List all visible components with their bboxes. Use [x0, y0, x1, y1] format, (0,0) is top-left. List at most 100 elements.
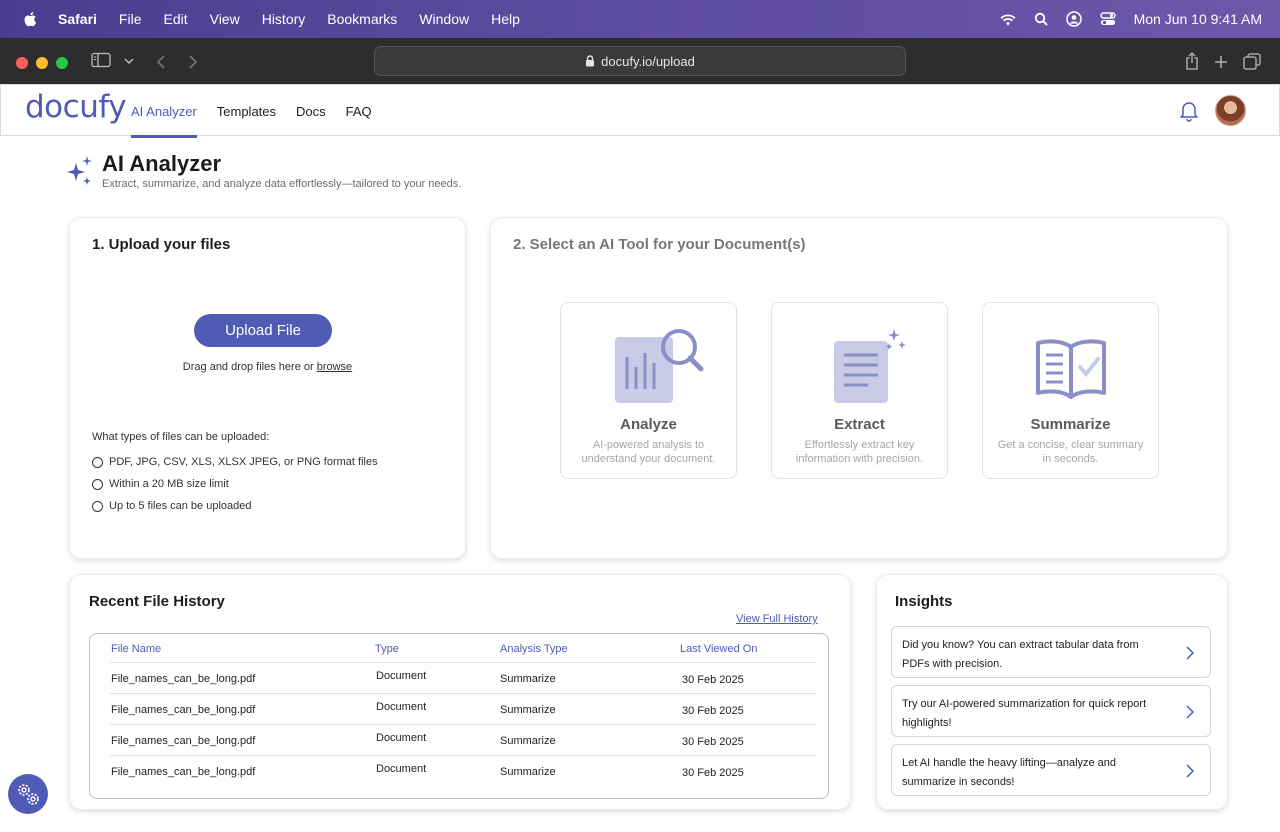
file-type-text: Within a 20 MB size limit	[109, 478, 229, 490]
tool-analyze[interactable]: Analyze AI-powered analysis to understan…	[560, 302, 737, 479]
nav-docs[interactable]: Docs	[296, 85, 326, 137]
table-row[interactable]: File_names_can_be_long.pdf Document Summ…	[110, 693, 816, 724]
tool-extract[interactable]: Extract Effortlessly extract key informa…	[771, 302, 948, 479]
page-title: AI Analyzer	[102, 151, 222, 176]
tool-summarize-name: Summarize	[1030, 416, 1111, 433]
cell-file-name: File_names_can_be_long.pdf	[111, 704, 256, 716]
radio-icon	[92, 456, 103, 468]
nav-faq[interactable]: FAQ	[346, 85, 372, 137]
open-book-icon	[1036, 339, 1106, 399]
docufy-logo[interactable]: docufy	[25, 89, 127, 125]
cell-last-viewed: 30 Feb 2025	[682, 767, 744, 779]
menu-bookmarks[interactable]: Bookmarks	[327, 11, 397, 27]
forward-icon[interactable]	[188, 55, 198, 69]
address-bar[interactable]: docufy.io/upload	[374, 46, 906, 76]
back-icon[interactable]	[156, 55, 166, 69]
file-type-text: Up to 5 files can be uploaded	[109, 500, 252, 512]
file-type-item: Within a 20 MB size limit	[92, 473, 378, 495]
history-card-title: Recent File History	[89, 593, 225, 610]
wifi-icon[interactable]	[1000, 13, 1016, 26]
menu-window[interactable]: Window	[419, 11, 469, 27]
cell-analysis-type: Summarize	[500, 673, 556, 685]
user-icon[interactable]	[1065, 11, 1082, 27]
zoom-window-button[interactable]	[56, 57, 68, 69]
ai-tool-card: 2. Select an AI Tool for your Document(s…	[490, 217, 1228, 559]
spotlight-icon[interactable]	[1034, 12, 1048, 26]
table-row[interactable]: File_names_can_be_long.pdf Document Summ…	[110, 662, 816, 693]
menu-help[interactable]: Help	[491, 11, 520, 27]
control-center-icon[interactable]	[1099, 12, 1116, 26]
cell-type: Document	[376, 763, 427, 775]
upload-file-button[interactable]: Upload File	[194, 314, 332, 347]
tool-extract-desc: Effortlessly extract key information wit…	[795, 439, 924, 465]
menu-history[interactable]: History	[262, 11, 306, 27]
share-icon[interactable]	[1185, 52, 1199, 70]
url-text: docufy.io/upload	[601, 53, 695, 69]
insights-card: Insights Did you know? You can extract t…	[876, 574, 1228, 810]
file-type-item: Up to 5 files can be uploaded	[92, 495, 378, 517]
insight-item[interactable]: Did you know? You can extract tabular da…	[891, 626, 1211, 678]
radio-icon	[92, 500, 103, 512]
table-row[interactable]: File_names_can_be_long.pdf Document Summ…	[110, 755, 816, 786]
apple-icon[interactable]	[22, 10, 40, 28]
window-controls	[16, 57, 68, 69]
nav-templates[interactable]: Templates	[217, 85, 276, 137]
tool-summarize[interactable]: Summarize Get a concise, clear summary i…	[982, 302, 1159, 479]
minimize-window-button[interactable]	[36, 57, 48, 69]
sparkle-icon	[67, 156, 92, 185]
table-row[interactable]: File_names_can_be_long.pdf Document Summ…	[110, 724, 816, 755]
tool-extract-name: Extract	[834, 416, 885, 433]
menu-view[interactable]: View	[210, 11, 240, 27]
upload-card: 1. Upload your files Upload File Drag an…	[69, 217, 466, 559]
chevron-down-icon[interactable]	[124, 58, 134, 64]
menu-file[interactable]: File	[119, 11, 142, 27]
file-type-text: PDF, JPG, CSV, XLS, XLSX JPEG, or PNG fo…	[109, 456, 378, 468]
new-tab-icon[interactable]	[1214, 55, 1228, 69]
ai-tool-card-title: 2. Select an AI Tool for your Document(s…	[513, 236, 806, 253]
page-subtitle: Extract, summarize, and analyze data eff…	[102, 178, 462, 190]
main-nav: AI Analyzer Templates Docs FAQ	[131, 85, 372, 138]
col-analysis-type[interactable]: Analysis Type	[500, 643, 568, 655]
macos-menu-bar: Safari File Edit View History Bookmarks …	[0, 0, 1280, 38]
col-file-name[interactable]: File Name	[111, 643, 161, 655]
tab-overview-icon[interactable]	[1243, 53, 1261, 70]
cell-last-viewed: 30 Feb 2025	[682, 736, 744, 748]
close-window-button[interactable]	[16, 57, 28, 69]
insight-text: Let AI handle the heavy lifting—analyze …	[902, 757, 1117, 788]
drag-drop-text: Drag and drop files here or	[182, 361, 314, 373]
cell-analysis-type: Summarize	[500, 704, 556, 716]
insight-item[interactable]: Try our AI-powered summarization for qui…	[891, 685, 1211, 737]
cell-type: Document	[376, 701, 427, 713]
menu-clock[interactable]: Mon Jun 10 9:41 AM	[1134, 11, 1262, 27]
nav-ai-analyzer[interactable]: AI Analyzer	[131, 85, 197, 138]
col-last-viewed[interactable]: Last Viewed On	[680, 643, 757, 655]
col-type[interactable]: Type	[375, 643, 399, 655]
browser-toolbar: docufy.io/upload	[0, 38, 1280, 84]
tool-analyze-desc: AI-powered analysis to understand your d…	[581, 439, 716, 465]
browse-link[interactable]: browse	[317, 361, 352, 373]
file-type-item: PDF, JPG, CSV, XLS, XLSX JPEG, or PNG fo…	[92, 451, 378, 473]
menu-app-name[interactable]: Safari	[58, 11, 97, 27]
cell-file-name: File_names_can_be_long.pdf	[111, 766, 256, 778]
cell-type: Document	[376, 670, 427, 682]
extract-icon	[834, 329, 906, 403]
settings-fab-button[interactable]	[8, 774, 48, 814]
analyze-icon	[615, 329, 704, 403]
cell-last-viewed: 30 Feb 2025	[682, 674, 744, 686]
sidebar-toggle-icon[interactable]	[91, 52, 111, 68]
view-full-history-link[interactable]: View Full History	[736, 613, 818, 625]
tool-analyze-name: Analyze	[620, 416, 677, 433]
chevron-right-icon	[1186, 705, 1194, 719]
settings-gears-icon	[18, 784, 39, 805]
user-avatar[interactable]	[1215, 95, 1246, 126]
lock-icon	[586, 55, 595, 67]
insight-text: Try our AI-powered summarization for qui…	[902, 698, 1147, 729]
menu-edit[interactable]: Edit	[163, 11, 187, 27]
tool-summarize-desc: Get a concise, clear summary in seconds.	[997, 439, 1144, 465]
file-types-question: What types of files can be uploaded:	[92, 431, 270, 443]
cell-file-name: File_names_can_be_long.pdf	[111, 673, 256, 685]
file-types-list: PDF, JPG, CSV, XLS, XLSX JPEG, or PNG fo…	[92, 451, 378, 517]
drag-drop-hint: Drag and drop files here or browse	[70, 361, 465, 373]
notification-bell-icon[interactable]	[1179, 100, 1199, 122]
insight-item[interactable]: Let AI handle the heavy lifting—analyze …	[891, 744, 1211, 796]
